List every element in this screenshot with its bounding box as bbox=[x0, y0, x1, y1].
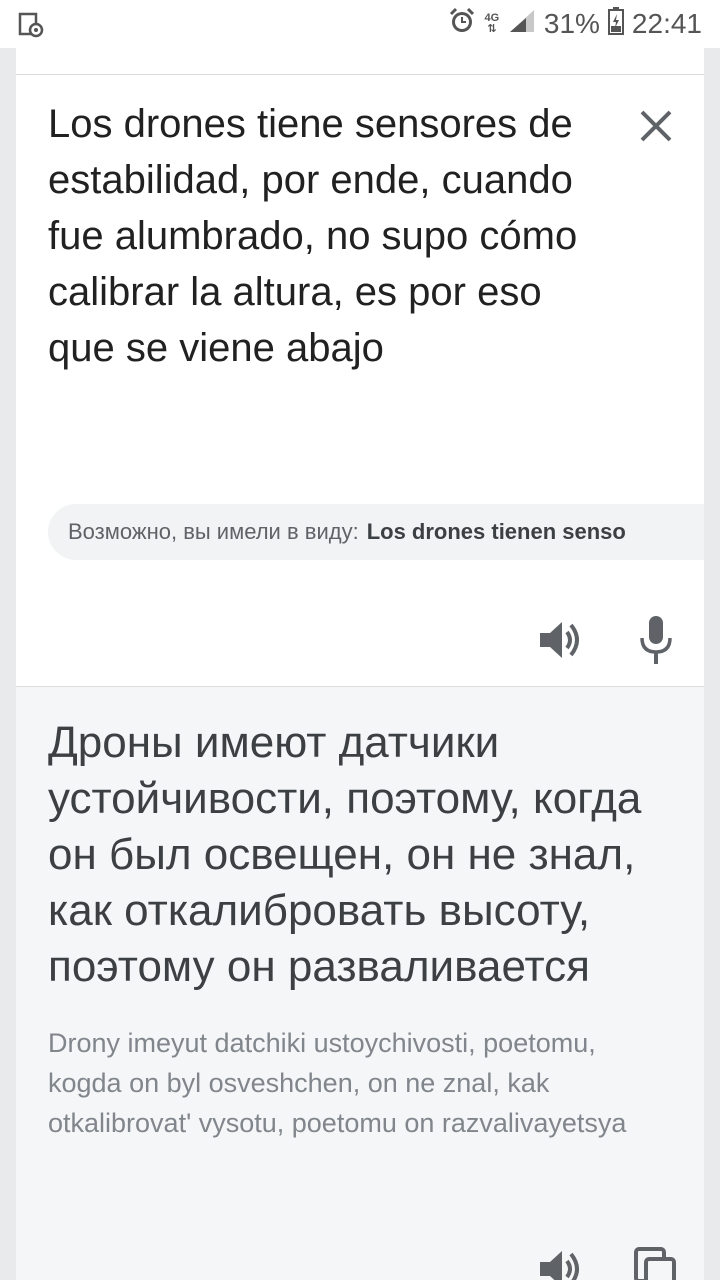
copy-translation-button[interactable] bbox=[632, 1245, 680, 1280]
network-type: 4G ⇅ bbox=[484, 12, 500, 35]
signal-strength-icon bbox=[508, 8, 536, 41]
listen-source-button[interactable] bbox=[536, 616, 584, 664]
translation-card: Los drones tiene sensores de estabilidad… bbox=[16, 48, 704, 1280]
clock: 22:41 bbox=[631, 8, 702, 39]
source-text[interactable]: Los drones tiene sensores de estabilidad… bbox=[48, 96, 588, 376]
speaker-icon bbox=[540, 622, 579, 658]
clear-button[interactable] bbox=[632, 102, 680, 150]
listen-translation-button[interactable] bbox=[536, 1245, 584, 1280]
battery-charging-icon bbox=[607, 6, 624, 42]
alarm-clock-icon bbox=[448, 7, 476, 42]
status-bar: 4G ⇅ 31% 22:41 bbox=[0, 0, 720, 48]
voice-input-button[interactable] bbox=[632, 614, 680, 666]
did-you-mean-chip[interactable]: Возможно, вы имели в виду: Los drones tie… bbox=[48, 504, 704, 560]
close-icon bbox=[640, 110, 672, 142]
speaker-icon bbox=[540, 1251, 579, 1280]
translation-result-panel: Дроны имеют датчики устойчивости, поэтом… bbox=[16, 687, 704, 1280]
transliteration-text: Drony imeyut datchiki ustoychivosti, poe… bbox=[48, 1028, 627, 1138]
microphone-icon bbox=[640, 616, 672, 664]
suggestion-text: Los drones tienen senso bbox=[366, 519, 626, 544]
translated-text[interactable]: Дроны имеют датчики устойчивости, поэтом… bbox=[48, 715, 678, 995]
battery-percent: 31% bbox=[543, 8, 600, 39]
copy-icon bbox=[634, 1247, 676, 1280]
screenshot-notification-icon bbox=[18, 12, 44, 43]
card-top-strip bbox=[16, 48, 704, 75]
suggestion-prefix: Возможно, вы имели в виду: bbox=[68, 519, 359, 544]
